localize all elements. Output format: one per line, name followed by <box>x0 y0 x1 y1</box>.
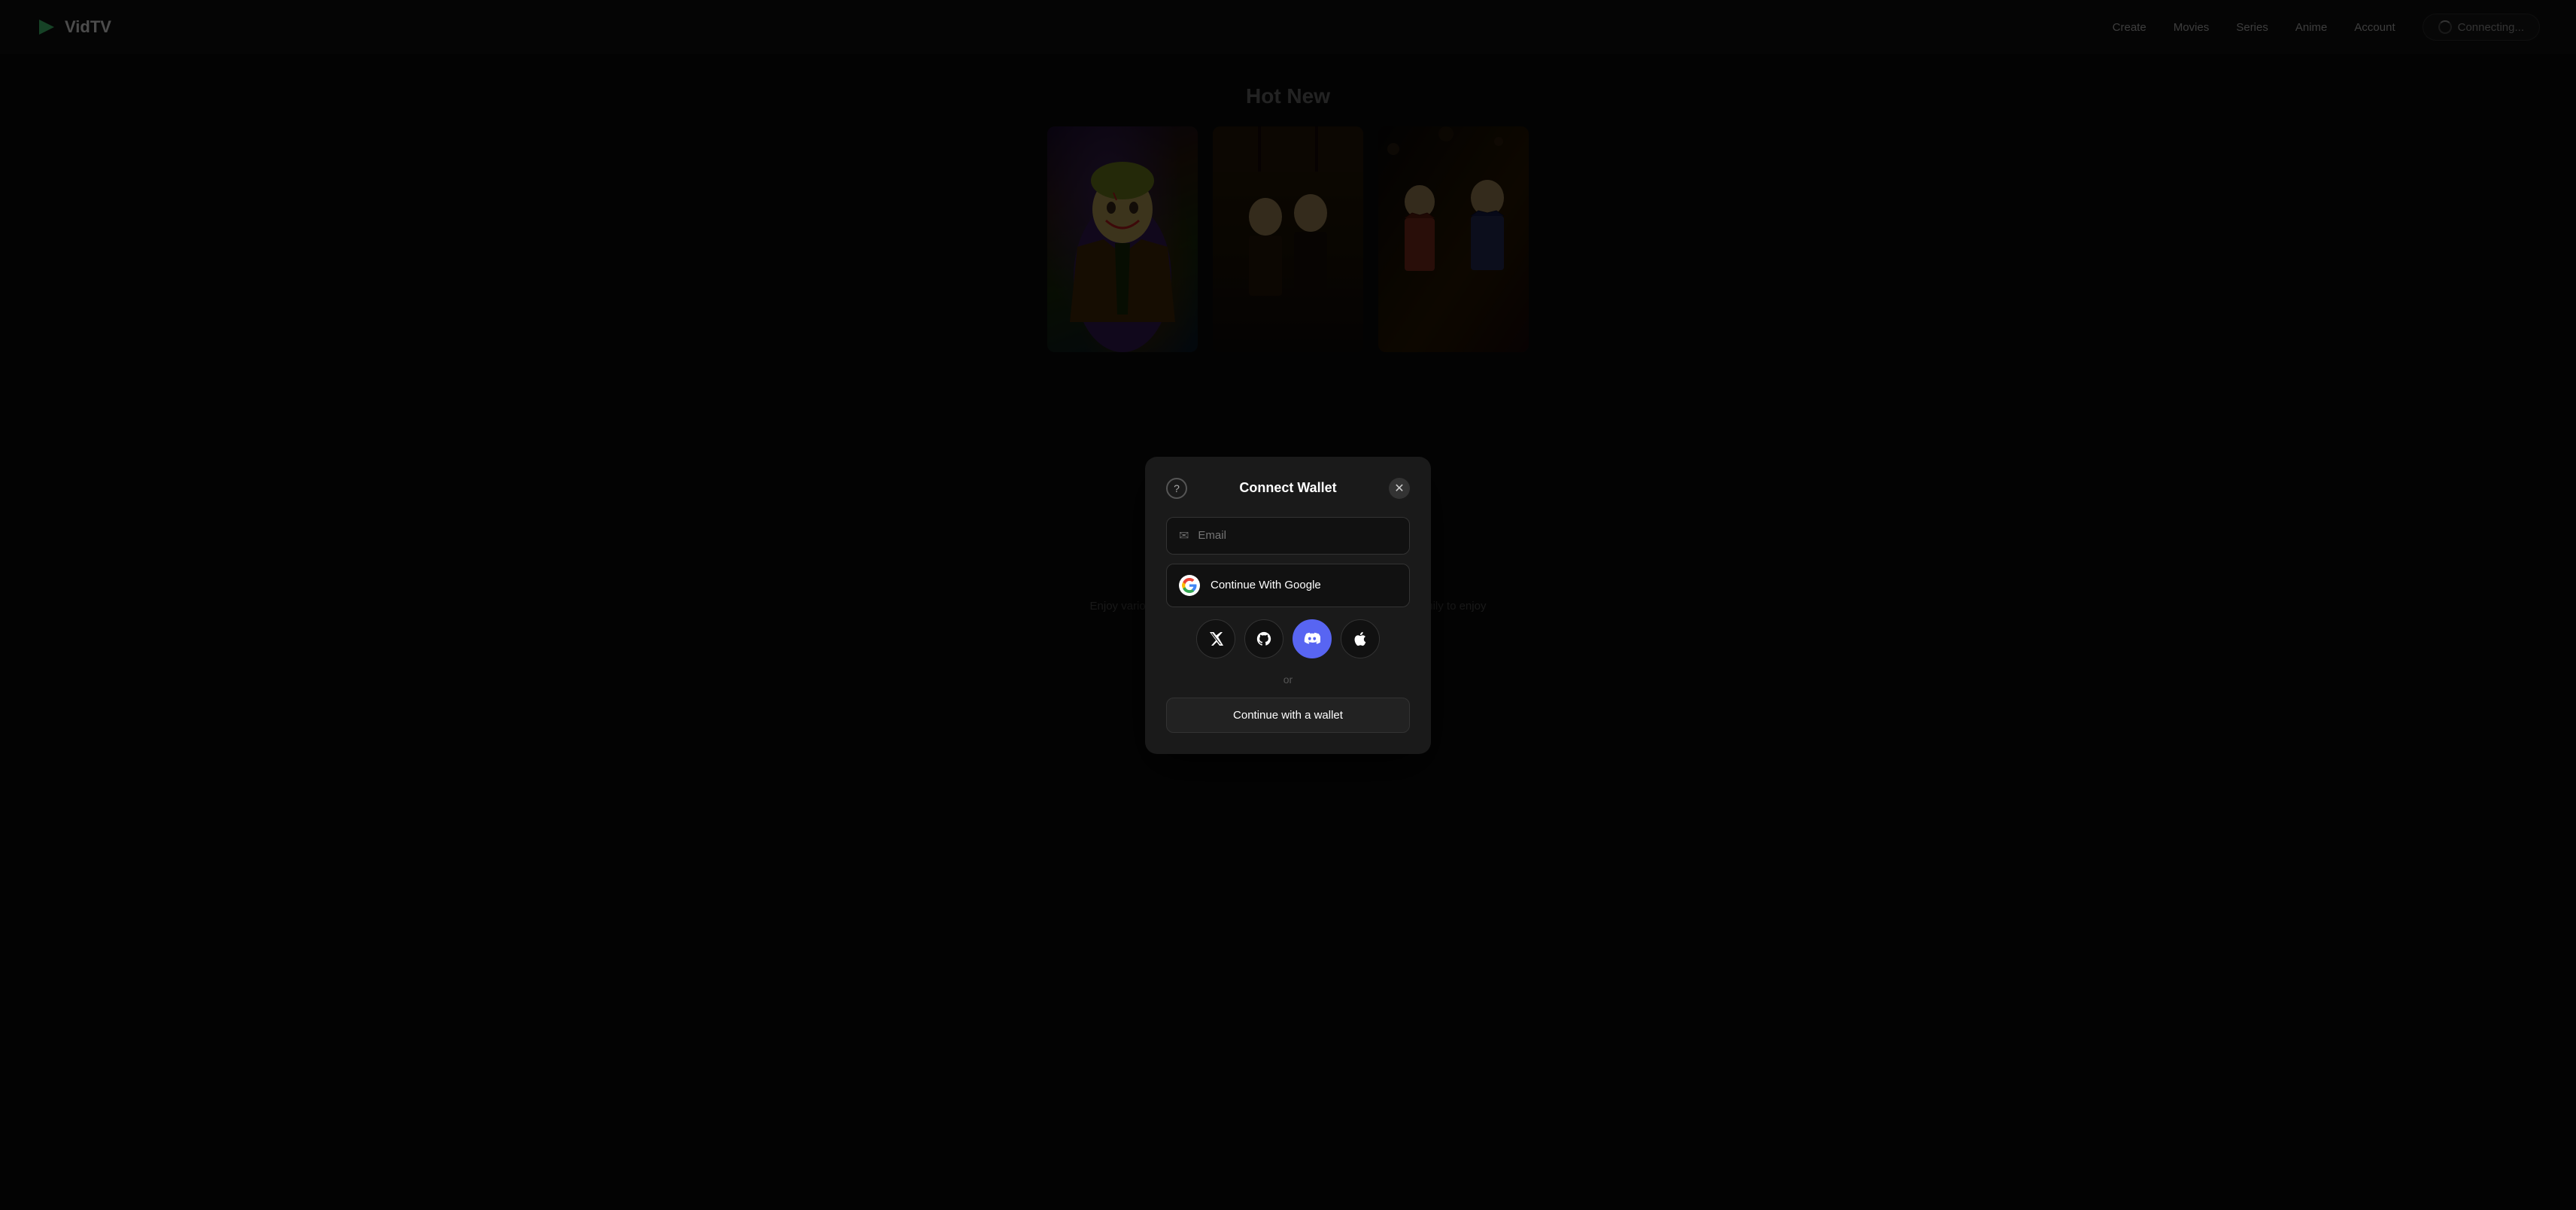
modal-title: Connect Wallet <box>1187 480 1389 496</box>
apple-social-button[interactable] <box>1341 619 1380 658</box>
social-buttons-row <box>1166 619 1410 658</box>
discord-icon <box>1304 631 1320 647</box>
modal-header: ? Connect Wallet ✕ <box>1166 478 1410 499</box>
x-social-button[interactable] <box>1196 619 1235 658</box>
email-input-wrapper[interactable]: ✉ <box>1166 517 1410 555</box>
modal-overlay[interactable]: ? Connect Wallet ✕ ✉ Continue With Googl… <box>0 0 2576 1210</box>
email-icon: ✉ <box>1179 528 1189 543</box>
modal-close-button[interactable]: ✕ <box>1389 478 1410 499</box>
or-divider: or <box>1166 673 1410 686</box>
google-sign-in-button[interactable]: Continue With Google <box>1166 564 1410 607</box>
wallet-button[interactable]: Continue with a wallet <box>1166 698 1410 733</box>
github-social-button[interactable] <box>1244 619 1283 658</box>
connect-wallet-modal: ? Connect Wallet ✕ ✉ Continue With Googl… <box>1145 457 1431 754</box>
x-icon <box>1208 631 1224 647</box>
google-icon <box>1179 575 1200 596</box>
github-icon <box>1256 631 1272 647</box>
google-button-label: Continue With Google <box>1211 579 1321 591</box>
modal-help-button[interactable]: ? <box>1166 478 1187 499</box>
discord-social-button[interactable] <box>1293 619 1332 658</box>
email-input[interactable] <box>1198 529 1397 542</box>
apple-icon <box>1352 631 1368 647</box>
